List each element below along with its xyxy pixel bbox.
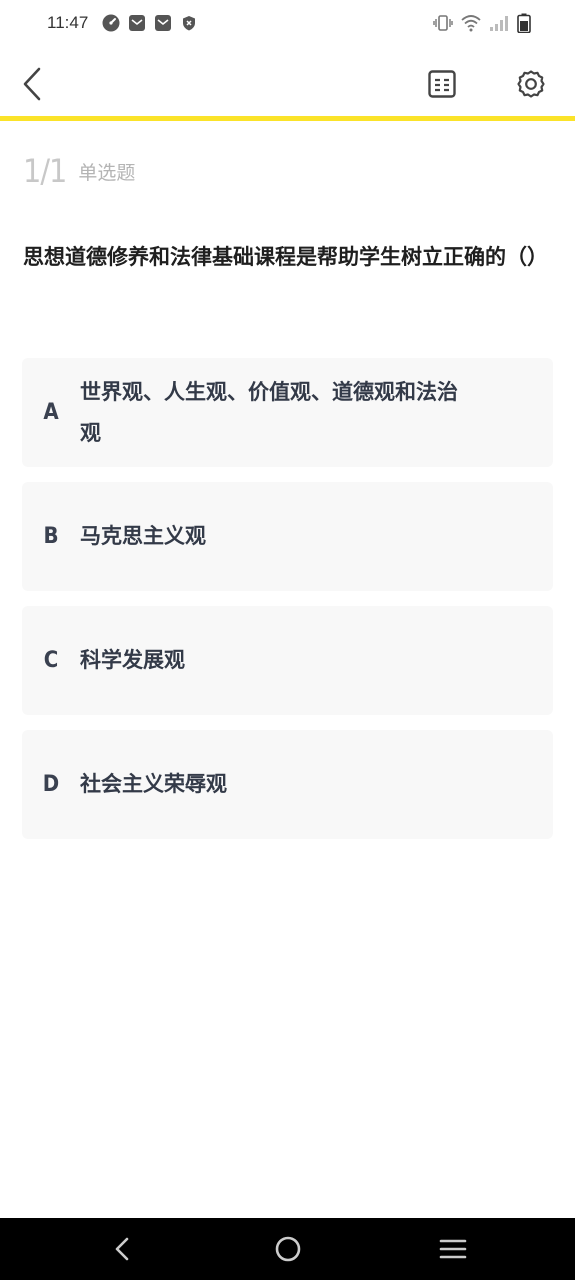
question-text: 思想道德修养和法律基础课程是帮助学生树立正确的（） [23,245,548,269]
toolbar-accent-line [0,116,575,121]
option-a[interactable]: A 世界观、人生观、价值观、道德观和法治观 [22,358,553,467]
nav-home-button[interactable] [248,1218,328,1280]
speedometer-icon [102,14,120,32]
option-letter: D [42,772,60,797]
vibrate-icon [433,15,453,31]
option-b[interactable]: B 马克思主义观 [22,482,553,591]
notification-icons [102,14,198,32]
system-icons [433,13,531,33]
nav-back-icon [115,1237,129,1261]
wifi-icon [461,15,481,32]
status-bar: 11:47 [0,0,575,48]
nav-home-icon [275,1236,301,1262]
status-time: 11:47 [47,13,89,32]
answer-card-icon [428,70,456,98]
option-letter: B [43,524,59,549]
answer-card-button[interactable] [424,66,460,102]
settings-button[interactable] [512,65,550,103]
mail-icon [129,15,145,31]
option-c[interactable]: C 科学发展观 [22,606,553,715]
shield-icon [183,16,195,31]
system-nav-bar [0,1218,575,1280]
chevron-left-icon [23,67,41,101]
mail-icon [155,15,171,31]
nav-back-button[interactable] [82,1218,162,1280]
option-d[interactable]: D 社会主义荣辱观 [22,730,553,839]
back-button[interactable] [14,64,50,104]
option-text: 社会主义荣辱观 [80,772,227,796]
battery-icon [517,13,531,33]
option-text: 科学发展观 [80,648,185,672]
question-type-label: 单选题 [78,162,136,184]
nav-recents-icon [439,1239,467,1259]
signal-icon [490,16,508,31]
nav-recents-button[interactable] [413,1218,493,1280]
option-text: 马克思主义观 [80,524,206,548]
option-letter: C [43,648,59,673]
question-header: 1/1 单选题 [23,152,135,190]
option-text: 世界观、人生观、价值观、道德观和法治观 [80,379,458,445]
option-letter: A [43,400,59,425]
question-progress: 1/1 [23,152,67,190]
gear-icon [517,70,545,98]
toolbar [0,48,575,118]
